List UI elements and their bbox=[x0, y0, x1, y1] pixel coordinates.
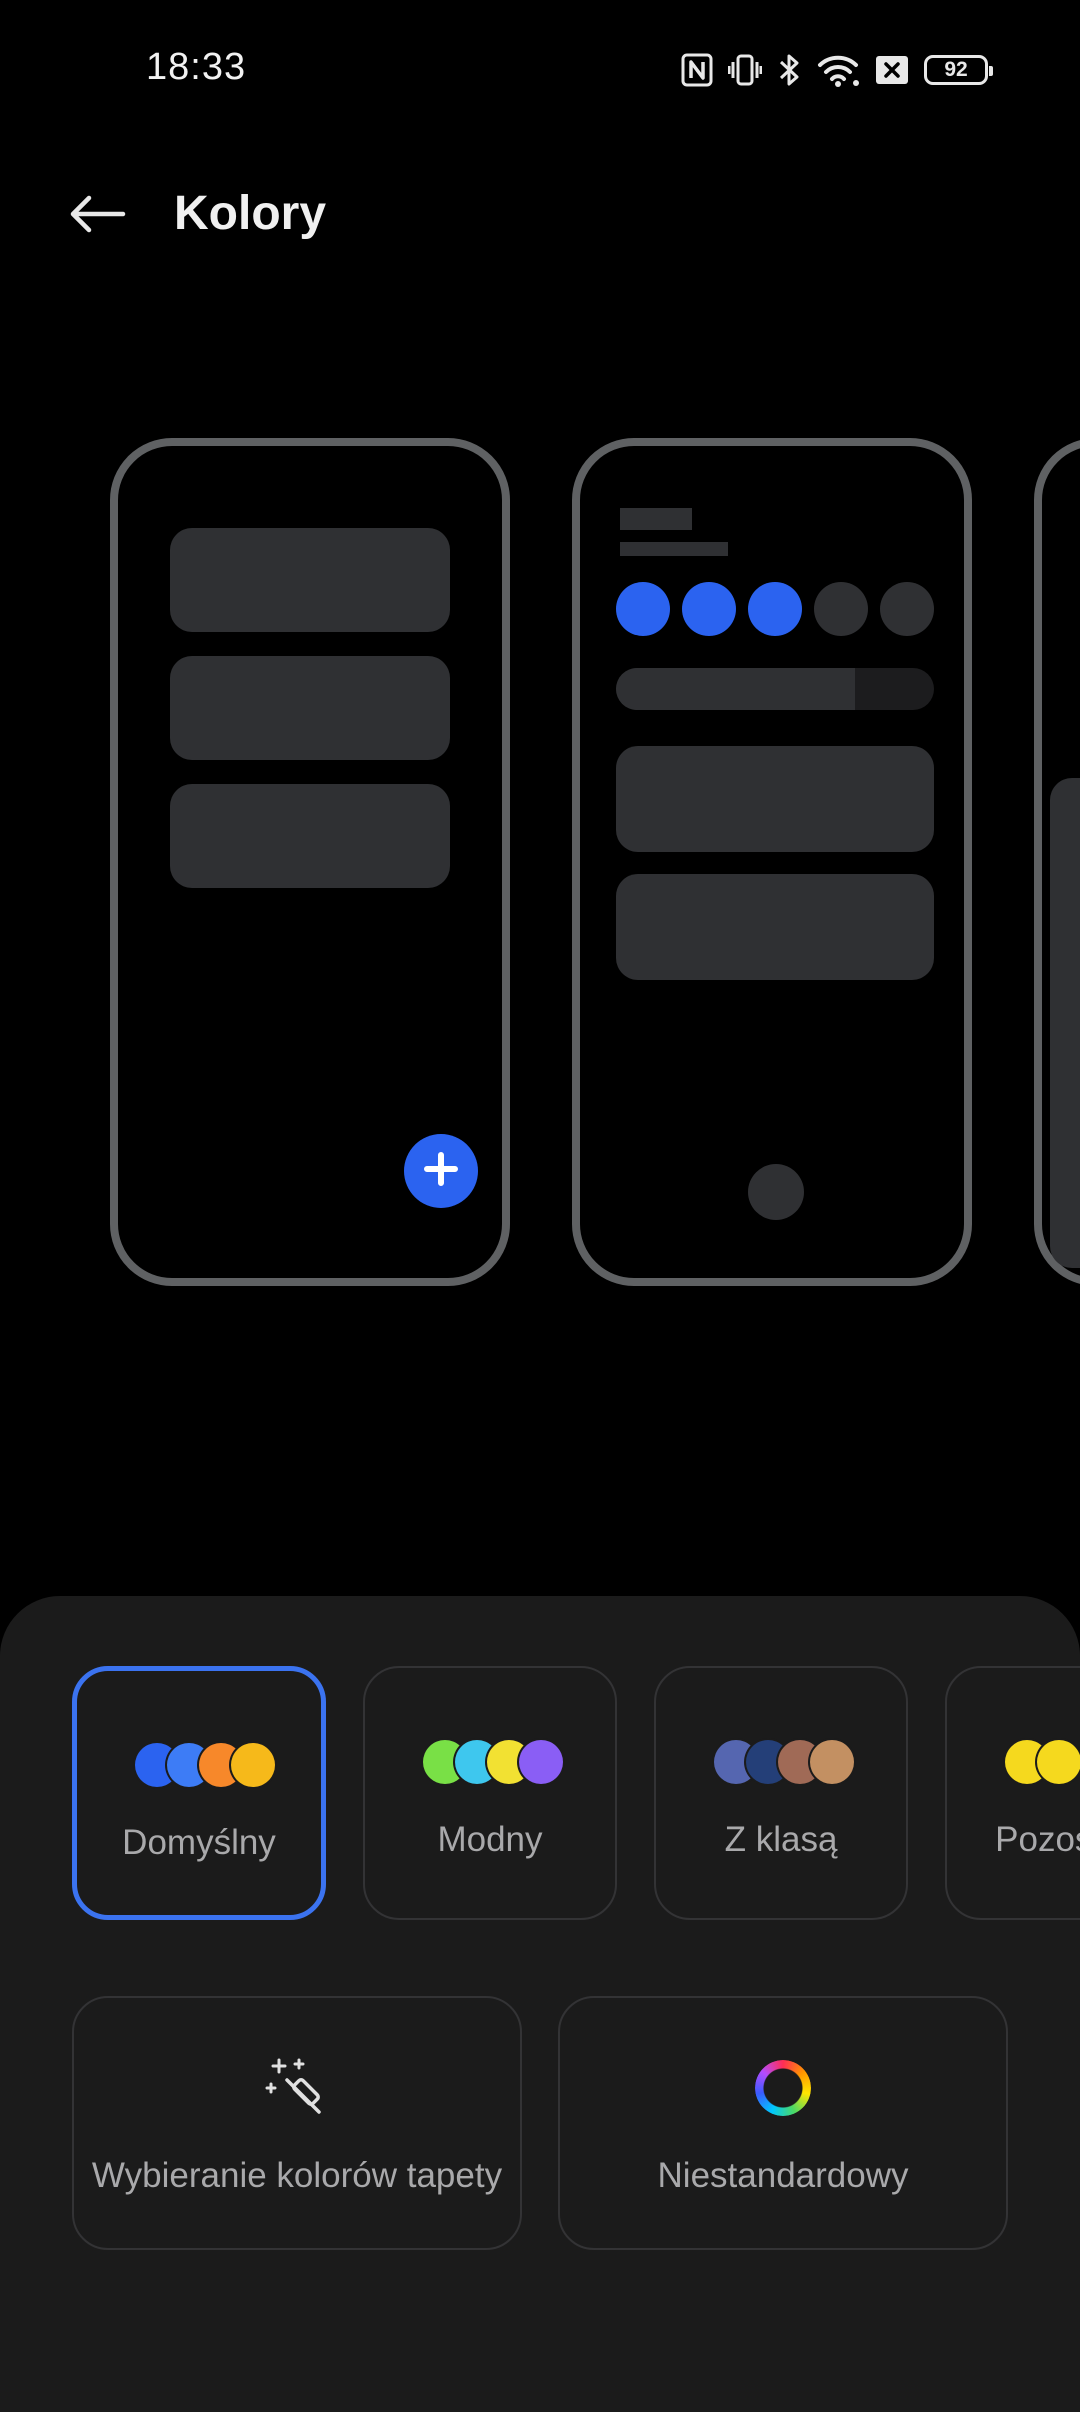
battery-icon: 92 bbox=[924, 55, 993, 85]
back-button[interactable] bbox=[58, 180, 136, 252]
swatch bbox=[231, 1743, 275, 1787]
preview-phone-partial bbox=[1034, 438, 1080, 1286]
wifi-icon bbox=[816, 52, 860, 88]
palette-default[interactable]: Domyślny bbox=[72, 1666, 326, 1920]
custom-color-button[interactable]: Niestandardowy bbox=[558, 1996, 1008, 2250]
preview-slider bbox=[616, 668, 934, 710]
nfc-icon bbox=[680, 52, 714, 88]
magic-wand-icon bbox=[74, 2056, 520, 2126]
option-label: Niestandardowy bbox=[657, 2156, 909, 2195]
palette-label: Domyślny bbox=[122, 1823, 276, 1862]
option-label: Wybieranie kolorów tapety bbox=[91, 2156, 503, 2195]
preview-phone-list bbox=[110, 438, 510, 1286]
preview-card bbox=[1050, 778, 1080, 1268]
preview-phone-controls bbox=[572, 438, 972, 1286]
swatch bbox=[810, 1740, 854, 1784]
preview-toggle-dot bbox=[682, 582, 736, 636]
preview-home-button bbox=[748, 1164, 804, 1220]
preview-card bbox=[170, 784, 450, 888]
preview-toggle-dot bbox=[880, 582, 934, 636]
palette-classy[interactable]: Z klasą bbox=[654, 1666, 908, 1920]
preview-toggle-dot bbox=[748, 582, 802, 636]
preview-card bbox=[616, 746, 934, 852]
preview-toggle-dot bbox=[616, 582, 670, 636]
vibrate-icon bbox=[728, 52, 762, 88]
wallpaper-colors-button[interactable]: Wybieranie kolorów tapety bbox=[72, 1996, 522, 2250]
palette-label: Pozostałe bbox=[995, 1820, 1080, 1859]
palette-list[interactable]: Domyślny Modny Z klasą Pozo bbox=[0, 1666, 1080, 1920]
swatch bbox=[519, 1740, 563, 1784]
palette-label: Z klasą bbox=[724, 1820, 838, 1859]
palette-other[interactable]: Pozostałe bbox=[945, 1666, 1080, 1920]
palette-swatches bbox=[656, 1740, 906, 1784]
bluetooth-icon bbox=[776, 52, 802, 88]
swatch bbox=[1037, 1740, 1080, 1784]
color-palette-sheet: Domyślny Modny Z klasą Pozo Wybieranie k… bbox=[0, 1596, 1080, 2412]
page-title: Kolory bbox=[174, 187, 327, 240]
preview-text-line bbox=[620, 542, 728, 556]
palette-swatches bbox=[77, 1743, 321, 1787]
status-icons: 92 bbox=[680, 48, 993, 92]
preview-toggle-dot bbox=[814, 582, 868, 636]
theme-preview-carousel[interactable] bbox=[0, 438, 1080, 1288]
palette-trendy[interactable]: Modny bbox=[363, 1666, 617, 1920]
plus-icon bbox=[423, 1151, 459, 1192]
preview-slider-fill bbox=[616, 668, 855, 710]
preview-card bbox=[170, 656, 450, 760]
status-bar: 18:33 92 bbox=[0, 0, 1080, 140]
palette-swatches bbox=[947, 1740, 1080, 1784]
status-time: 18:33 bbox=[146, 46, 247, 88]
preview-card bbox=[616, 874, 934, 980]
preview-fab bbox=[404, 1134, 478, 1208]
palette-label: Modny bbox=[437, 1820, 543, 1859]
preview-card bbox=[170, 528, 450, 632]
arrow-left-icon bbox=[67, 194, 127, 239]
color-ring-icon bbox=[560, 2056, 1006, 2126]
palette-swatches bbox=[365, 1740, 615, 1784]
no-sim-icon bbox=[874, 55, 910, 85]
preview-text-line bbox=[620, 508, 692, 530]
